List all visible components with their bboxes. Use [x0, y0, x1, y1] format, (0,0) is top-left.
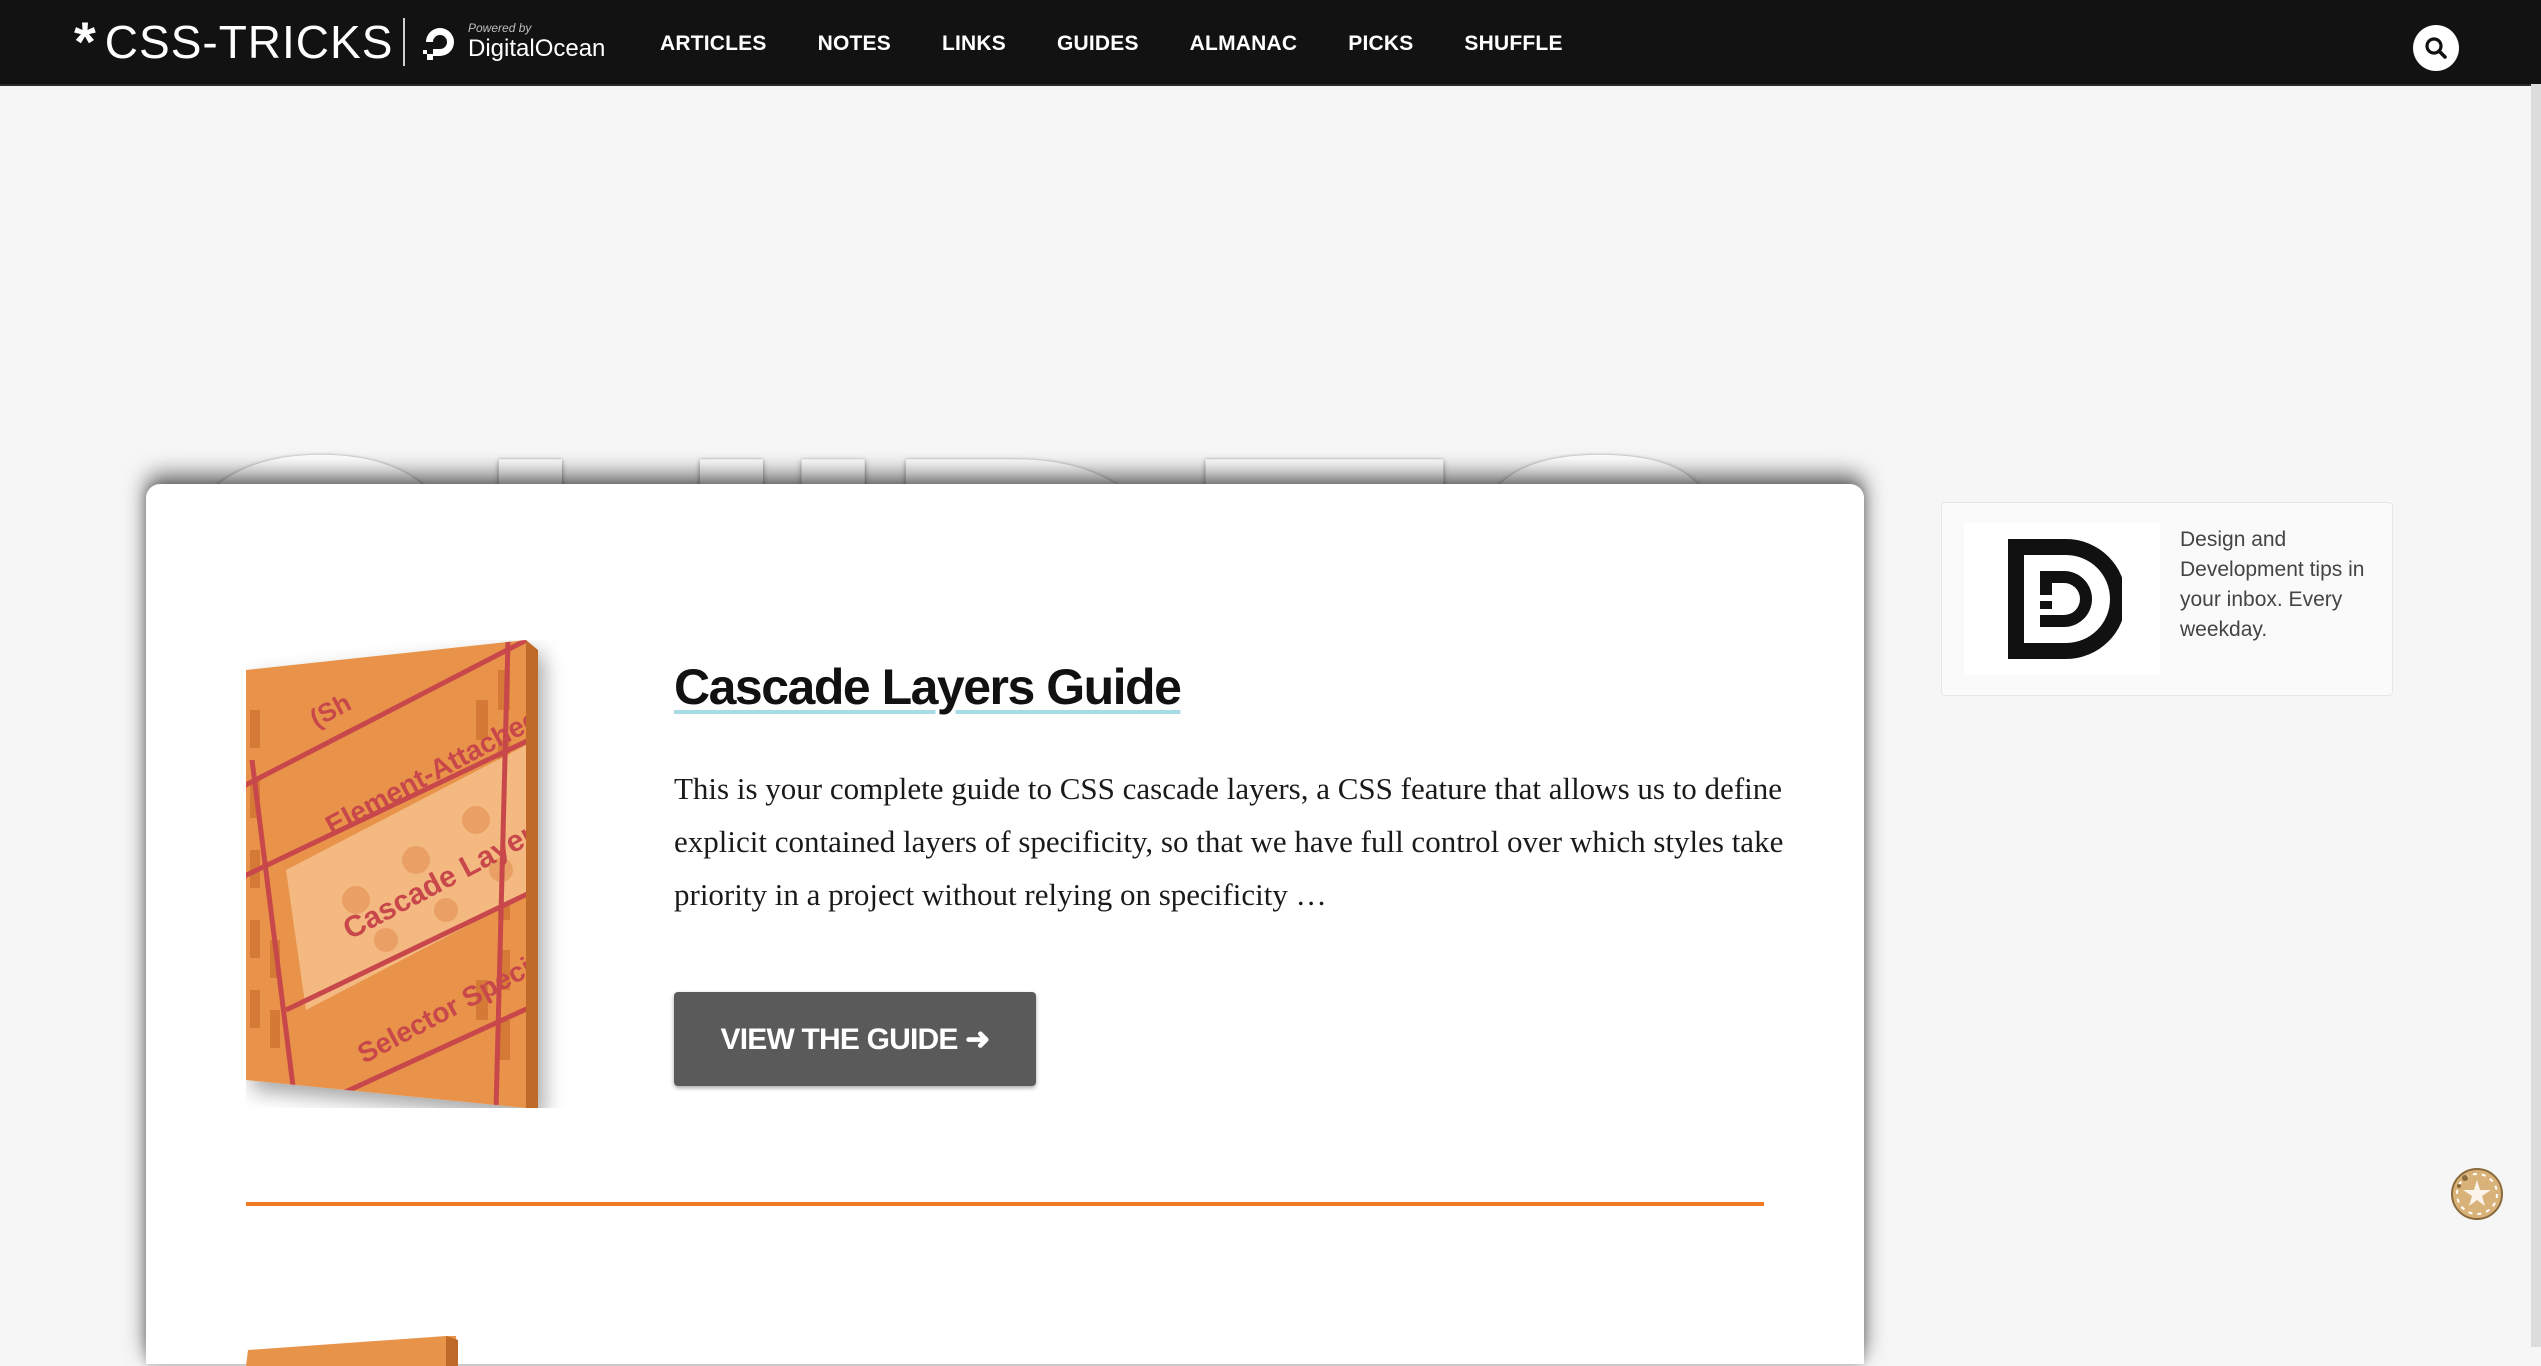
guide-card: (Sh Element-Attached Cascade Layers Sele… — [146, 484, 1864, 1366]
nav-picks[interactable]: PICKS — [1348, 32, 1413, 56]
main-nav: ARTICLES NOTES LINKS GUIDES ALMANAC PICK… — [660, 32, 1614, 56]
nav-guides[interactable]: GUIDES — [1057, 32, 1139, 56]
digitalocean-sponsor-link[interactable]: Powered by DigitalOcean — [420, 18, 605, 66]
nav-notes[interactable]: NOTES — [818, 32, 891, 56]
cookie-settings-icon[interactable] — [2449, 1166, 2505, 1222]
logo-text: CSS-TRICKS — [104, 16, 394, 68]
search-icon — [2425, 37, 2447, 59]
digitalocean-icon — [423, 28, 454, 60]
powered-by-label: Powered by — [468, 21, 532, 35]
next-guide-cover-image[interactable] — [246, 1336, 586, 1366]
guide-title-link[interactable]: Cascade Layers Guide — [674, 658, 1182, 716]
site-header: * CSS-TRICKS Powered by DigitalOcean ART… — [0, 0, 2541, 86]
nav-articles[interactable]: ARTICLES — [660, 32, 767, 56]
css-tricks-logo[interactable]: * CSS-TRICKS — [74, 14, 393, 70]
logo-divider — [403, 18, 405, 66]
view-guide-button[interactable]: VIEW THE GUIDE ➜ — [674, 992, 1036, 1086]
ad-logo-box — [1964, 523, 2160, 675]
guide-description: This is your complete guide to CSS casca… — [674, 771, 1784, 912]
scrollbar-track[interactable] — [2531, 84, 2541, 1347]
newsletter-ad[interactable]: Design and Development tips in your inbo… — [1941, 502, 2393, 696]
guide-cover-image[interactable]: (Sh Element-Attached Cascade Layers Sele… — [246, 640, 586, 1108]
nav-links[interactable]: LINKS — [942, 32, 1006, 56]
nav-shuffle[interactable]: SHUFFLE — [1464, 32, 1562, 56]
section-divider — [246, 1202, 1764, 1206]
search-button[interactable] — [2413, 25, 2459, 71]
nav-almanac[interactable]: ALMANAC — [1190, 32, 1298, 56]
ad-text: Design and Development tips in your inbo… — [2180, 528, 2365, 641]
sponsor-name: DigitalOcean — [468, 35, 606, 62]
asterisk-icon: * — [74, 10, 97, 73]
digital-design-logo-icon — [2008, 539, 2122, 659]
